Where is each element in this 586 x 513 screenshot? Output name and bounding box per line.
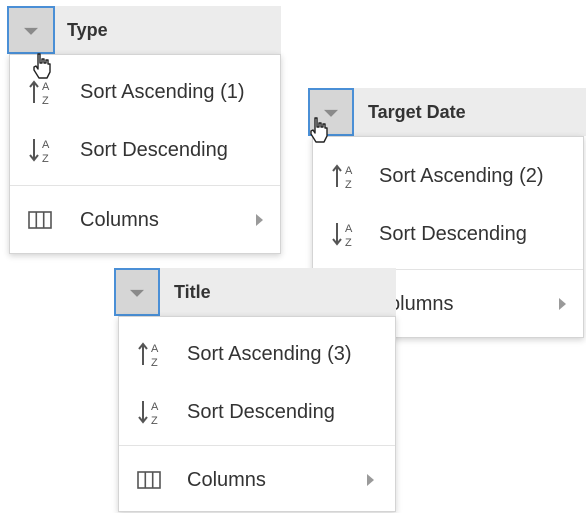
title-column-header: Title	[114, 268, 396, 316]
type-sort-descending-item[interactable]: A Z Sort Descending	[10, 121, 280, 179]
title-columns-item[interactable]: Columns	[119, 451, 395, 509]
svg-text:Z: Z	[42, 153, 49, 165]
columns-icon	[137, 471, 161, 489]
type-header-title: Type	[67, 20, 108, 40]
type-column-header: Type	[7, 6, 281, 54]
title-columns-label: Columns	[187, 469, 266, 491]
type-column-menu: A Z Sort Ascending (1) A Z Sort Descendi…	[9, 54, 281, 254]
type-sort-ascending-label: Sort Ascending (1)	[80, 81, 245, 103]
hand-cursor-icon	[33, 53, 51, 79]
sort-ascending-icon: A Z	[29, 80, 50, 107]
svg-text:Z: Z	[42, 95, 49, 107]
target-date-column-header: Target Date	[308, 88, 586, 136]
columns-icon	[28, 211, 52, 229]
sort-descending-icon: A Z	[29, 139, 50, 165]
svg-text:A: A	[345, 165, 353, 177]
svg-text:Z: Z	[151, 357, 158, 369]
sort-descending-icon: A Z	[138, 401, 159, 427]
type-columns-label: Columns	[80, 209, 159, 231]
title-dropdown-button[interactable]	[114, 268, 160, 316]
title-header-title: Title	[174, 282, 211, 302]
title-column-menu: A Z Sort Ascending (3) A Z Sort Descendi…	[118, 316, 396, 512]
sort-descending-icon: A Z	[332, 223, 353, 249]
svg-text:A: A	[42, 81, 50, 93]
chevron-right-icon	[559, 298, 566, 310]
svg-text:A: A	[151, 343, 159, 355]
type-columns-item[interactable]: Columns	[10, 191, 280, 249]
chevron-down-icon	[24, 27, 38, 35]
target-date-sort-ascending-label: Sort Ascending (2)	[379, 165, 544, 187]
svg-text:Z: Z	[345, 179, 352, 191]
svg-text:Z: Z	[151, 415, 158, 427]
title-sort-ascending-item[interactable]: A Z Sort Ascending (3)	[119, 325, 395, 383]
target-date-columns-label: olumns	[389, 293, 454, 315]
sort-ascending-icon: A Z	[138, 342, 159, 369]
title-sort-descending-label: Sort Descending	[187, 401, 335, 423]
svg-text:A: A	[345, 223, 353, 235]
svg-text:Z: Z	[345, 237, 352, 249]
chevron-down-icon	[130, 289, 144, 297]
target-date-header-title: Target Date	[368, 102, 466, 122]
type-column-panel: Type A Z Sort Ascending (1) A Z Sort Des…	[7, 6, 281, 254]
menu-separator	[119, 445, 395, 446]
chevron-right-icon	[256, 214, 263, 226]
svg-text:A: A	[151, 401, 159, 413]
svg-text:A: A	[42, 139, 50, 151]
hand-cursor-icon	[310, 117, 328, 143]
type-sort-descending-label: Sort Descending	[80, 139, 228, 161]
target-date-sort-ascending-item[interactable]: A Z Sort Ascending (2)	[313, 147, 583, 205]
target-date-sort-descending-label: Sort Descending	[379, 223, 527, 245]
chevron-right-icon	[367, 474, 374, 486]
title-sort-ascending-label: Sort Ascending (3)	[187, 343, 352, 365]
sort-ascending-icon: A Z	[332, 164, 353, 191]
menu-separator	[10, 185, 280, 186]
title-sort-descending-item[interactable]: A Z Sort Descending	[119, 383, 395, 441]
type-dropdown-button[interactable]	[7, 6, 55, 54]
target-date-sort-descending-item[interactable]: A Z Sort Descending	[313, 205, 583, 263]
title-column-panel: Title A Z Sort Ascending (3) A Z Sort De…	[114, 268, 396, 512]
